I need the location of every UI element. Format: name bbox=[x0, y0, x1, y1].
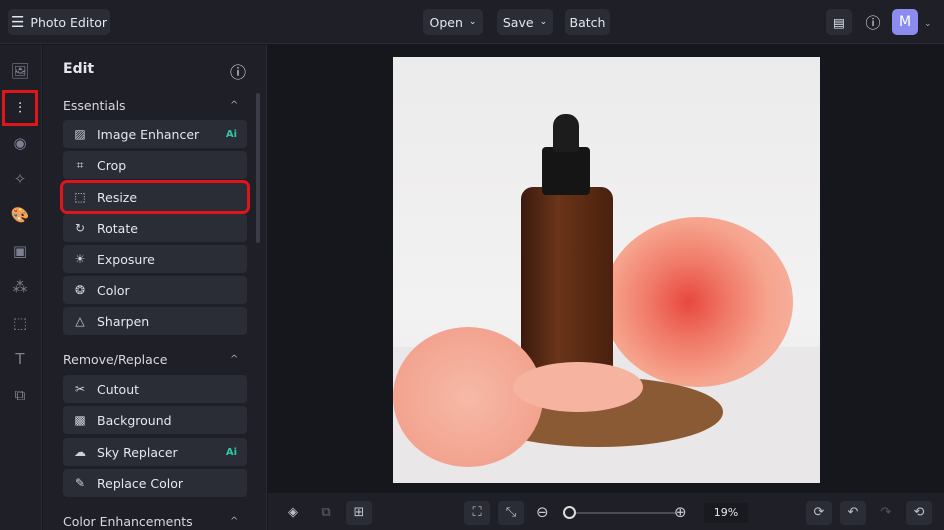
tool-color[interactable]: ❂ Color bbox=[63, 276, 247, 304]
panel-title: Edit bbox=[63, 61, 95, 77]
dropper-icon: ✎ bbox=[74, 476, 86, 490]
item-label: Background bbox=[97, 412, 172, 428]
item-label: Replace Color bbox=[97, 475, 184, 491]
zoom-in-icon[interactable]: ⊕ bbox=[674, 503, 687, 521]
reset-icon[interactable]: ⟳ bbox=[806, 501, 832, 525]
fit-screen-icon[interactable]: ⛶ bbox=[464, 501, 490, 525]
tool-exposure[interactable]: ☀ Exposure bbox=[63, 245, 247, 273]
item-label: Crop bbox=[97, 157, 127, 173]
item-label: Cutout bbox=[97, 381, 140, 397]
comments-icon[interactable]: ▤ bbox=[826, 9, 852, 35]
graphics-icon[interactable]: ⧉ bbox=[9, 384, 31, 406]
save-button[interactable]: Save ⌄ bbox=[497, 9, 553, 35]
crop-icon: ⌗ bbox=[76, 157, 84, 172]
history-icon[interactable]: ⟲ bbox=[906, 501, 932, 525]
zoom-level[interactable]: 19% bbox=[704, 503, 748, 523]
tool-background[interactable]: ▩ Background bbox=[63, 406, 247, 434]
batch-button[interactable]: Batch bbox=[565, 9, 610, 35]
redo-icon[interactable]: ↷ bbox=[873, 501, 899, 525]
item-label: Image Enhancer bbox=[97, 126, 200, 142]
eye-icon[interactable]: ◉ bbox=[9, 132, 31, 154]
undo-icon[interactable]: ↶ bbox=[840, 501, 866, 525]
tool-rail: 🖼 ⫶ ◉ ✧ 🎨 ▣ ⁂ ⬚ T ⧉ bbox=[0, 45, 42, 530]
tool-image-enhancer[interactable]: ▨ Image Enhancer Ai bbox=[63, 120, 247, 148]
info-icon[interactable]: ⓘ bbox=[230, 59, 246, 83]
zoom-out-icon[interactable]: ⊖ bbox=[536, 503, 549, 521]
chevron-up-icon[interactable]: ^ bbox=[230, 100, 238, 111]
triangle-icon: △ bbox=[75, 314, 85, 328]
sparkle-icon[interactable]: ✧ bbox=[9, 168, 31, 190]
app-title: Photo Editor bbox=[30, 14, 108, 30]
item-label: Color bbox=[97, 282, 130, 298]
sun-icon: ☀ bbox=[74, 252, 86, 266]
tool-cutout[interactable]: ✂ Cutout bbox=[63, 375, 247, 403]
panel-scrollbar[interactable] bbox=[256, 93, 260, 243]
help-icon[interactable]: ⓘ bbox=[860, 9, 886, 35]
bottom-toolbar: ◈ ⧉ ⊞ ⛶ ⤡ ⊖ ⊕ 19% ⟳ ↶ ↷ ⟲ bbox=[268, 493, 944, 530]
ai-badge: Ai bbox=[225, 446, 237, 458]
section-remove-replace[interactable]: Remove/Replace bbox=[63, 352, 167, 367]
item-label: Resize bbox=[97, 189, 138, 205]
chevron-down-icon[interactable]: ⌄ bbox=[924, 19, 932, 29]
tool-crop[interactable]: ⌗ Crop bbox=[63, 151, 247, 179]
palette-icon[interactable]: 🎨 bbox=[9, 204, 31, 226]
batch-label: Batch bbox=[569, 14, 606, 30]
hamburger-icon: ☰ bbox=[10, 13, 25, 31]
checker-icon: ▩ bbox=[74, 413, 86, 427]
compare-icon[interactable]: ⧉ bbox=[313, 501, 339, 525]
item-label: Rotate bbox=[97, 220, 138, 236]
texture-icon[interactable]: ⬚ bbox=[9, 312, 31, 334]
edit-panel: Edit ⓘ Essentials ^ ▨ Image Enhancer Ai ⌗ C… bbox=[43, 45, 267, 530]
menu-button[interactable]: ☰ Photo Editor bbox=[8, 9, 110, 35]
chevron-up-icon[interactable]: ^ bbox=[230, 354, 238, 365]
zoom-slider[interactable] bbox=[568, 512, 676, 514]
tool-resize[interactable]: ⬚ Resize bbox=[60, 180, 250, 214]
grid-icon[interactable]: ⊞ bbox=[346, 501, 372, 525]
open-button[interactable]: Open ⌄ bbox=[423, 9, 483, 35]
text-icon[interactable]: T bbox=[9, 348, 31, 370]
save-label: Save bbox=[502, 14, 534, 30]
item-label: Exposure bbox=[97, 251, 155, 267]
item-label: Sky Replacer bbox=[97, 444, 178, 460]
avatar[interactable]: M bbox=[892, 9, 918, 35]
resize-icon: ⬚ bbox=[74, 190, 86, 204]
shapes-icon[interactable]: ⁂ bbox=[9, 276, 31, 298]
section-essentials[interactable]: Essentials bbox=[63, 98, 126, 113]
layers-icon[interactable]: ◈ bbox=[280, 501, 306, 525]
chevron-down-icon: ⌄ bbox=[539, 17, 548, 27]
frame-icon[interactable]: ▣ bbox=[9, 240, 31, 262]
tool-replace-color[interactable]: ✎ Replace Color bbox=[63, 469, 247, 497]
top-bar: ☰ Photo Editor Open ⌄ Save ⌄ Batch ▤ ⓘ M ⌄ bbox=[0, 0, 944, 44]
actual-size-icon[interactable]: ⤡ bbox=[498, 501, 524, 525]
color-icon: ❂ bbox=[74, 283, 86, 297]
section-color-enhancements[interactable]: Color Enhancements bbox=[63, 514, 193, 529]
sky-icon: ☁ bbox=[74, 445, 86, 459]
zoom-slider-handle[interactable] bbox=[563, 506, 576, 519]
photo-canvas[interactable] bbox=[393, 57, 820, 483]
chevron-up-icon[interactable]: ^ bbox=[230, 516, 238, 527]
ai-badge: Ai bbox=[225, 128, 237, 140]
item-label: Sharpen bbox=[97, 313, 150, 329]
tool-sky-replacer[interactable]: ☁ Sky Replacer Ai bbox=[63, 438, 247, 466]
enhancer-icon: ▨ bbox=[74, 127, 86, 141]
adjustments-icon[interactable]: ⫶ bbox=[2, 90, 38, 126]
rotate-icon: ↻ bbox=[74, 221, 86, 235]
chevron-down-icon: ⌄ bbox=[468, 17, 477, 27]
tool-sharpen[interactable]: △ Sharpen bbox=[63, 307, 247, 335]
open-label: Open bbox=[429, 14, 463, 30]
scissors-icon: ✂ bbox=[74, 382, 86, 396]
image-icon[interactable]: 🖼 bbox=[9, 60, 31, 82]
tool-rotate[interactable]: ↻ Rotate bbox=[63, 214, 247, 242]
